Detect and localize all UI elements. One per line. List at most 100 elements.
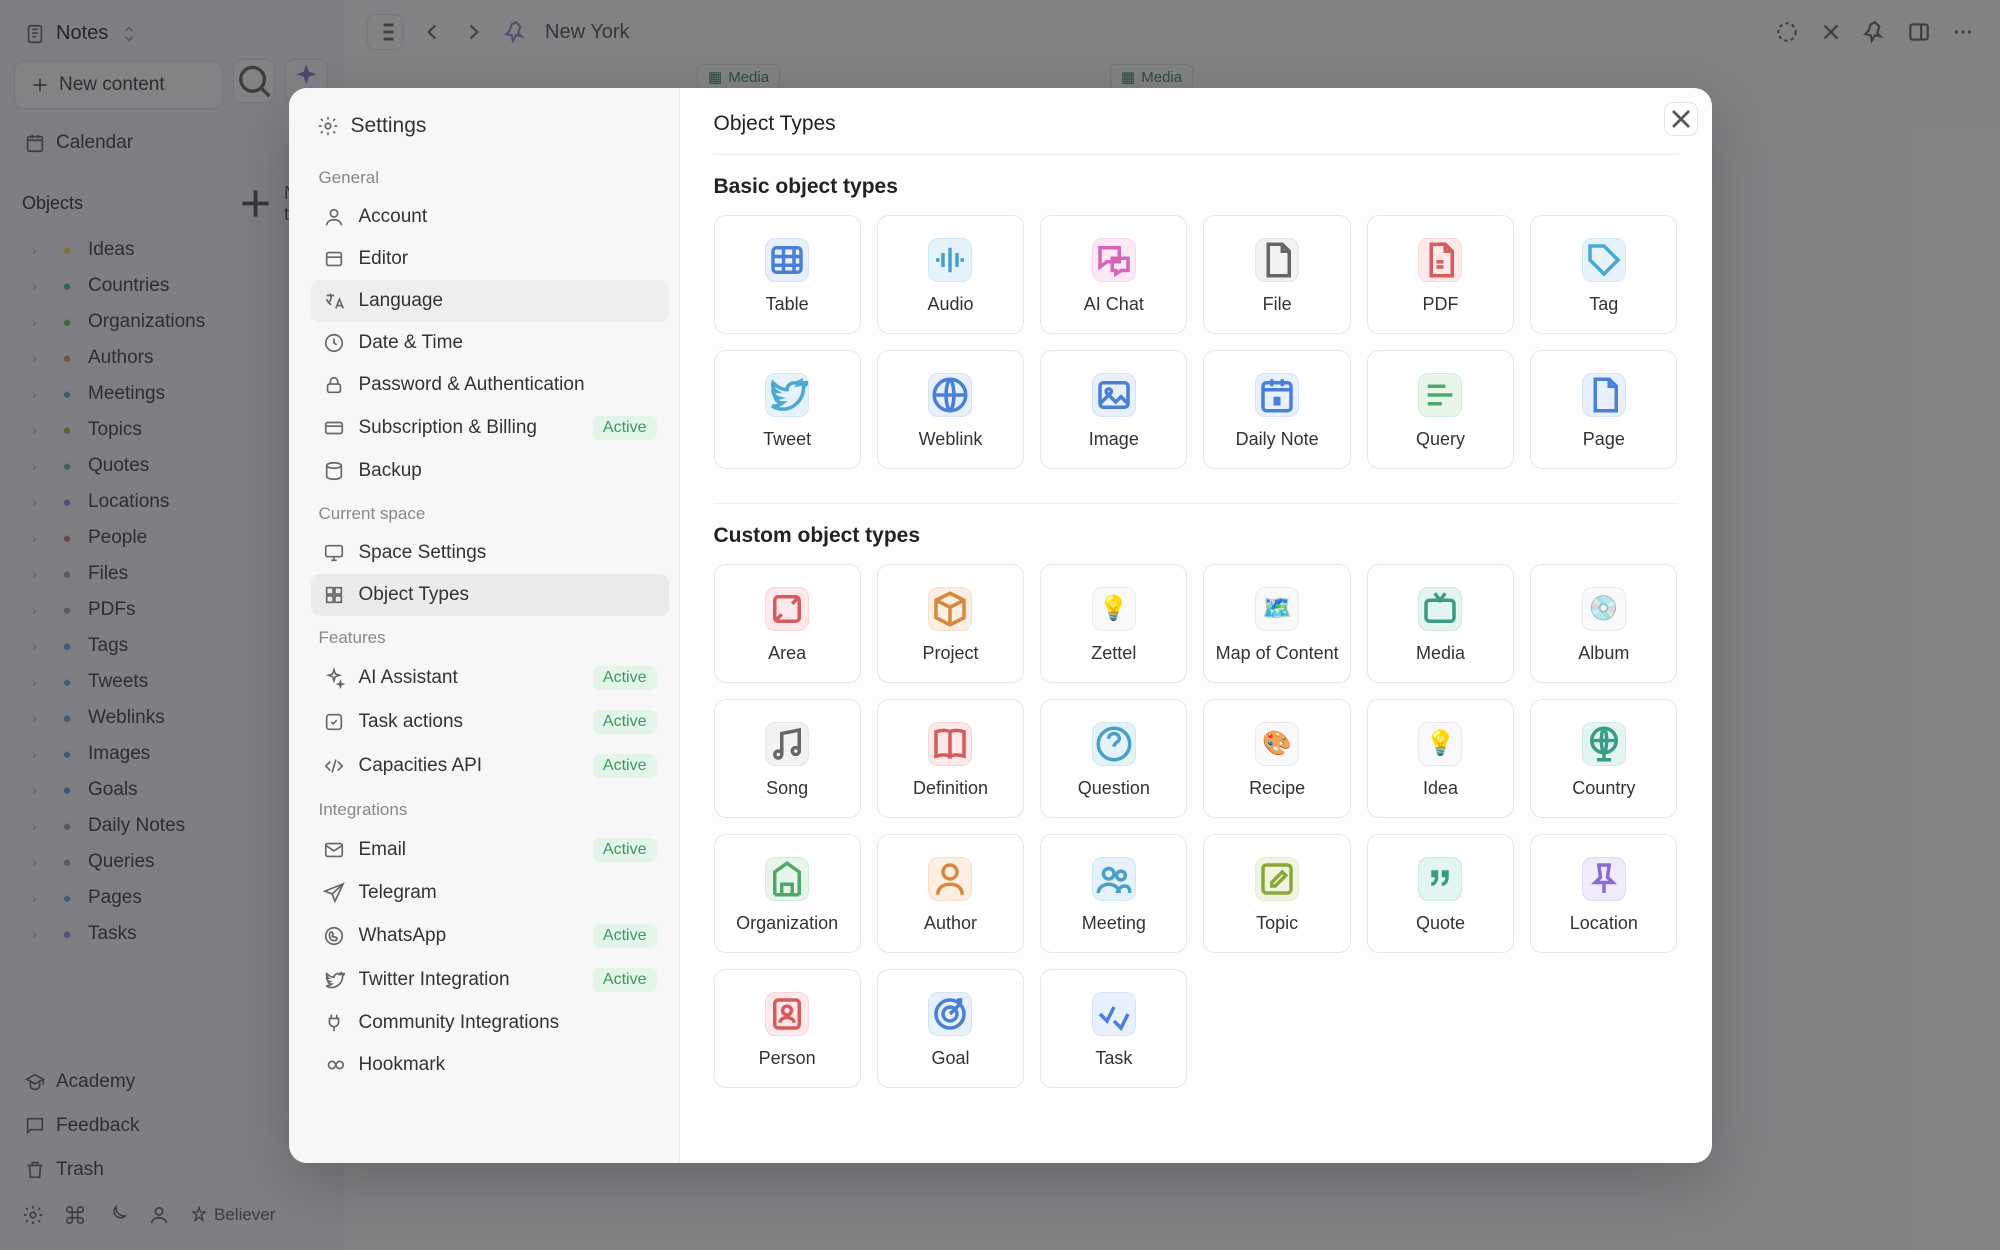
nav-item-whatsapp[interactable]: WhatsApp Active [311,914,669,958]
divider [714,503,1678,504]
box-icon [928,587,972,631]
type-card-ai-chat[interactable]: AI Chat [1040,215,1187,334]
nav-item-account[interactable]: Account [311,196,669,238]
type-label: Country [1572,778,1635,799]
nav-item-password-authentication[interactable]: Password & Authentication [311,364,669,406]
nav-item-capacities-api[interactable]: Capacities APIActive [311,744,669,788]
basic-types-header: Basic object types [714,175,1678,199]
type-card-meeting[interactable]: Meeting [1040,834,1187,953]
type-card-organization[interactable]: Organization [714,834,861,953]
nav-label: Subscription & Billing [359,417,537,439]
type-card-country[interactable]: Country [1530,699,1677,818]
tv-icon [1418,587,1462,631]
type-label: Audio [927,294,973,315]
nav-label: Backup [359,460,422,482]
nav-item-telegram[interactable]: Telegram [311,872,669,914]
type-card-task[interactable]: Task [1040,969,1187,1088]
type-card-tweet[interactable]: Tweet [714,350,861,469]
nav-item-space-settings[interactable]: Space Settings [311,532,669,574]
check-icon [323,711,345,733]
settings-content: Object Types Basic object types TableAud… [680,88,1712,1163]
type-card-weblink[interactable]: Weblink [877,350,1024,469]
custom-types-grid: AreaProject💡Zettel🗺️Map of ContentMedia💿… [714,564,1678,1088]
contact-icon [765,992,809,1036]
active-badge: Active [593,754,657,778]
type-card-goal[interactable]: Goal [877,969,1024,1088]
quote-icon [1418,857,1462,901]
help-icon [1092,722,1136,766]
pdf-icon [1418,238,1462,282]
calendar-icon [1255,373,1299,417]
edit-icon [1255,857,1299,901]
nav-item-language[interactable]: Language [311,280,669,322]
image-icon [1092,373,1136,417]
nav-item-subscription-billing[interactable]: Subscription & BillingActive [311,406,669,450]
type-label: Table [766,294,809,315]
nav-item-date-time[interactable]: Date & Time [311,322,669,364]
type-card-map-of-content[interactable]: 🗺️Map of Content [1203,564,1350,683]
type-card-definition[interactable]: Definition [877,699,1024,818]
type-label: Task [1095,1048,1132,1069]
area-icon [765,587,809,631]
plug-icon [323,1012,345,1034]
type-card-page[interactable]: Page [1530,350,1677,469]
type-card-project[interactable]: Project [877,564,1024,683]
type-card-tag[interactable]: Tag [1530,215,1677,334]
tag-icon [1582,238,1626,282]
type-card-audio[interactable]: Audio [877,215,1024,334]
type-card-recipe[interactable]: 🎨Recipe [1203,699,1350,818]
nav-section-current_space: Current space [311,492,669,532]
nav-label: AI Assistant [359,667,458,689]
modal-overlay[interactable]: Settings GeneralAccountEditorLanguageDat… [0,0,2000,1250]
type-card-author[interactable]: Author [877,834,1024,953]
type-label: Zettel [1091,643,1136,664]
type-card-query[interactable]: Query [1367,350,1514,469]
type-card-album[interactable]: 💿Album [1530,564,1677,683]
type-card-daily-note[interactable]: Daily Note [1203,350,1350,469]
active-badge: Active [593,924,657,948]
nav-item-backup[interactable]: Backup [311,450,669,492]
audio-icon [928,238,972,282]
type-card-quote[interactable]: Quote [1367,834,1514,953]
nav-item-hookmark[interactable]: Hookmark [311,1044,669,1086]
nav-item-task-actions[interactable]: Task actionsActive [311,700,669,744]
type-card-table[interactable]: Table [714,215,861,334]
nav-item-editor[interactable]: Editor [311,238,669,280]
type-label: PDF [1422,294,1458,315]
nav-label: Editor [359,248,409,270]
custom-types-header: Custom object types [714,524,1678,548]
whatsapp-icon [323,925,345,947]
active-badge: Active [593,666,657,690]
type-label: Person [759,1048,816,1069]
nav-label: Object Types [359,584,470,606]
type-card-image[interactable]: Image [1040,350,1187,469]
type-label: Meeting [1082,913,1146,934]
close-button[interactable] [1664,102,1698,136]
type-card-area[interactable]: Area [714,564,861,683]
nav-label: Language [359,290,444,312]
type-card-person[interactable]: Person [714,969,861,1088]
nav-item-community-integrations[interactable]: Community Integrations [311,1002,669,1044]
type-label: Image [1089,429,1139,450]
nav-item-object-types[interactable]: Object Types [311,574,669,616]
type-card-song[interactable]: Song [714,699,861,818]
code-icon [323,755,345,777]
book-icon [928,722,972,766]
card-icon [323,417,345,439]
type-label: Author [924,913,977,934]
type-card-idea[interactable]: 💡Idea [1367,699,1514,818]
type-card-file[interactable]: File [1203,215,1350,334]
nav-item-ai-assistant[interactable]: AI Assistant Active [311,656,669,700]
nav-item-twitter-integration[interactable]: Twitter IntegrationActive [311,958,669,1002]
type-card-question[interactable]: Question [1040,699,1187,818]
nav-label: Space Settings [359,542,487,564]
type-card-media[interactable]: Media [1367,564,1514,683]
nav-item-email[interactable]: EmailActive [311,828,669,872]
settings-nav: Settings GeneralAccountEditorLanguageDat… [289,88,680,1163]
nav-label: WhatsApp [359,925,447,947]
type-card-zettel[interactable]: 💡Zettel [1040,564,1187,683]
type-card-pdf[interactable]: PDF [1367,215,1514,334]
type-card-location[interactable]: Location [1530,834,1677,953]
lang-icon [323,290,345,312]
type-card-topic[interactable]: Topic [1203,834,1350,953]
